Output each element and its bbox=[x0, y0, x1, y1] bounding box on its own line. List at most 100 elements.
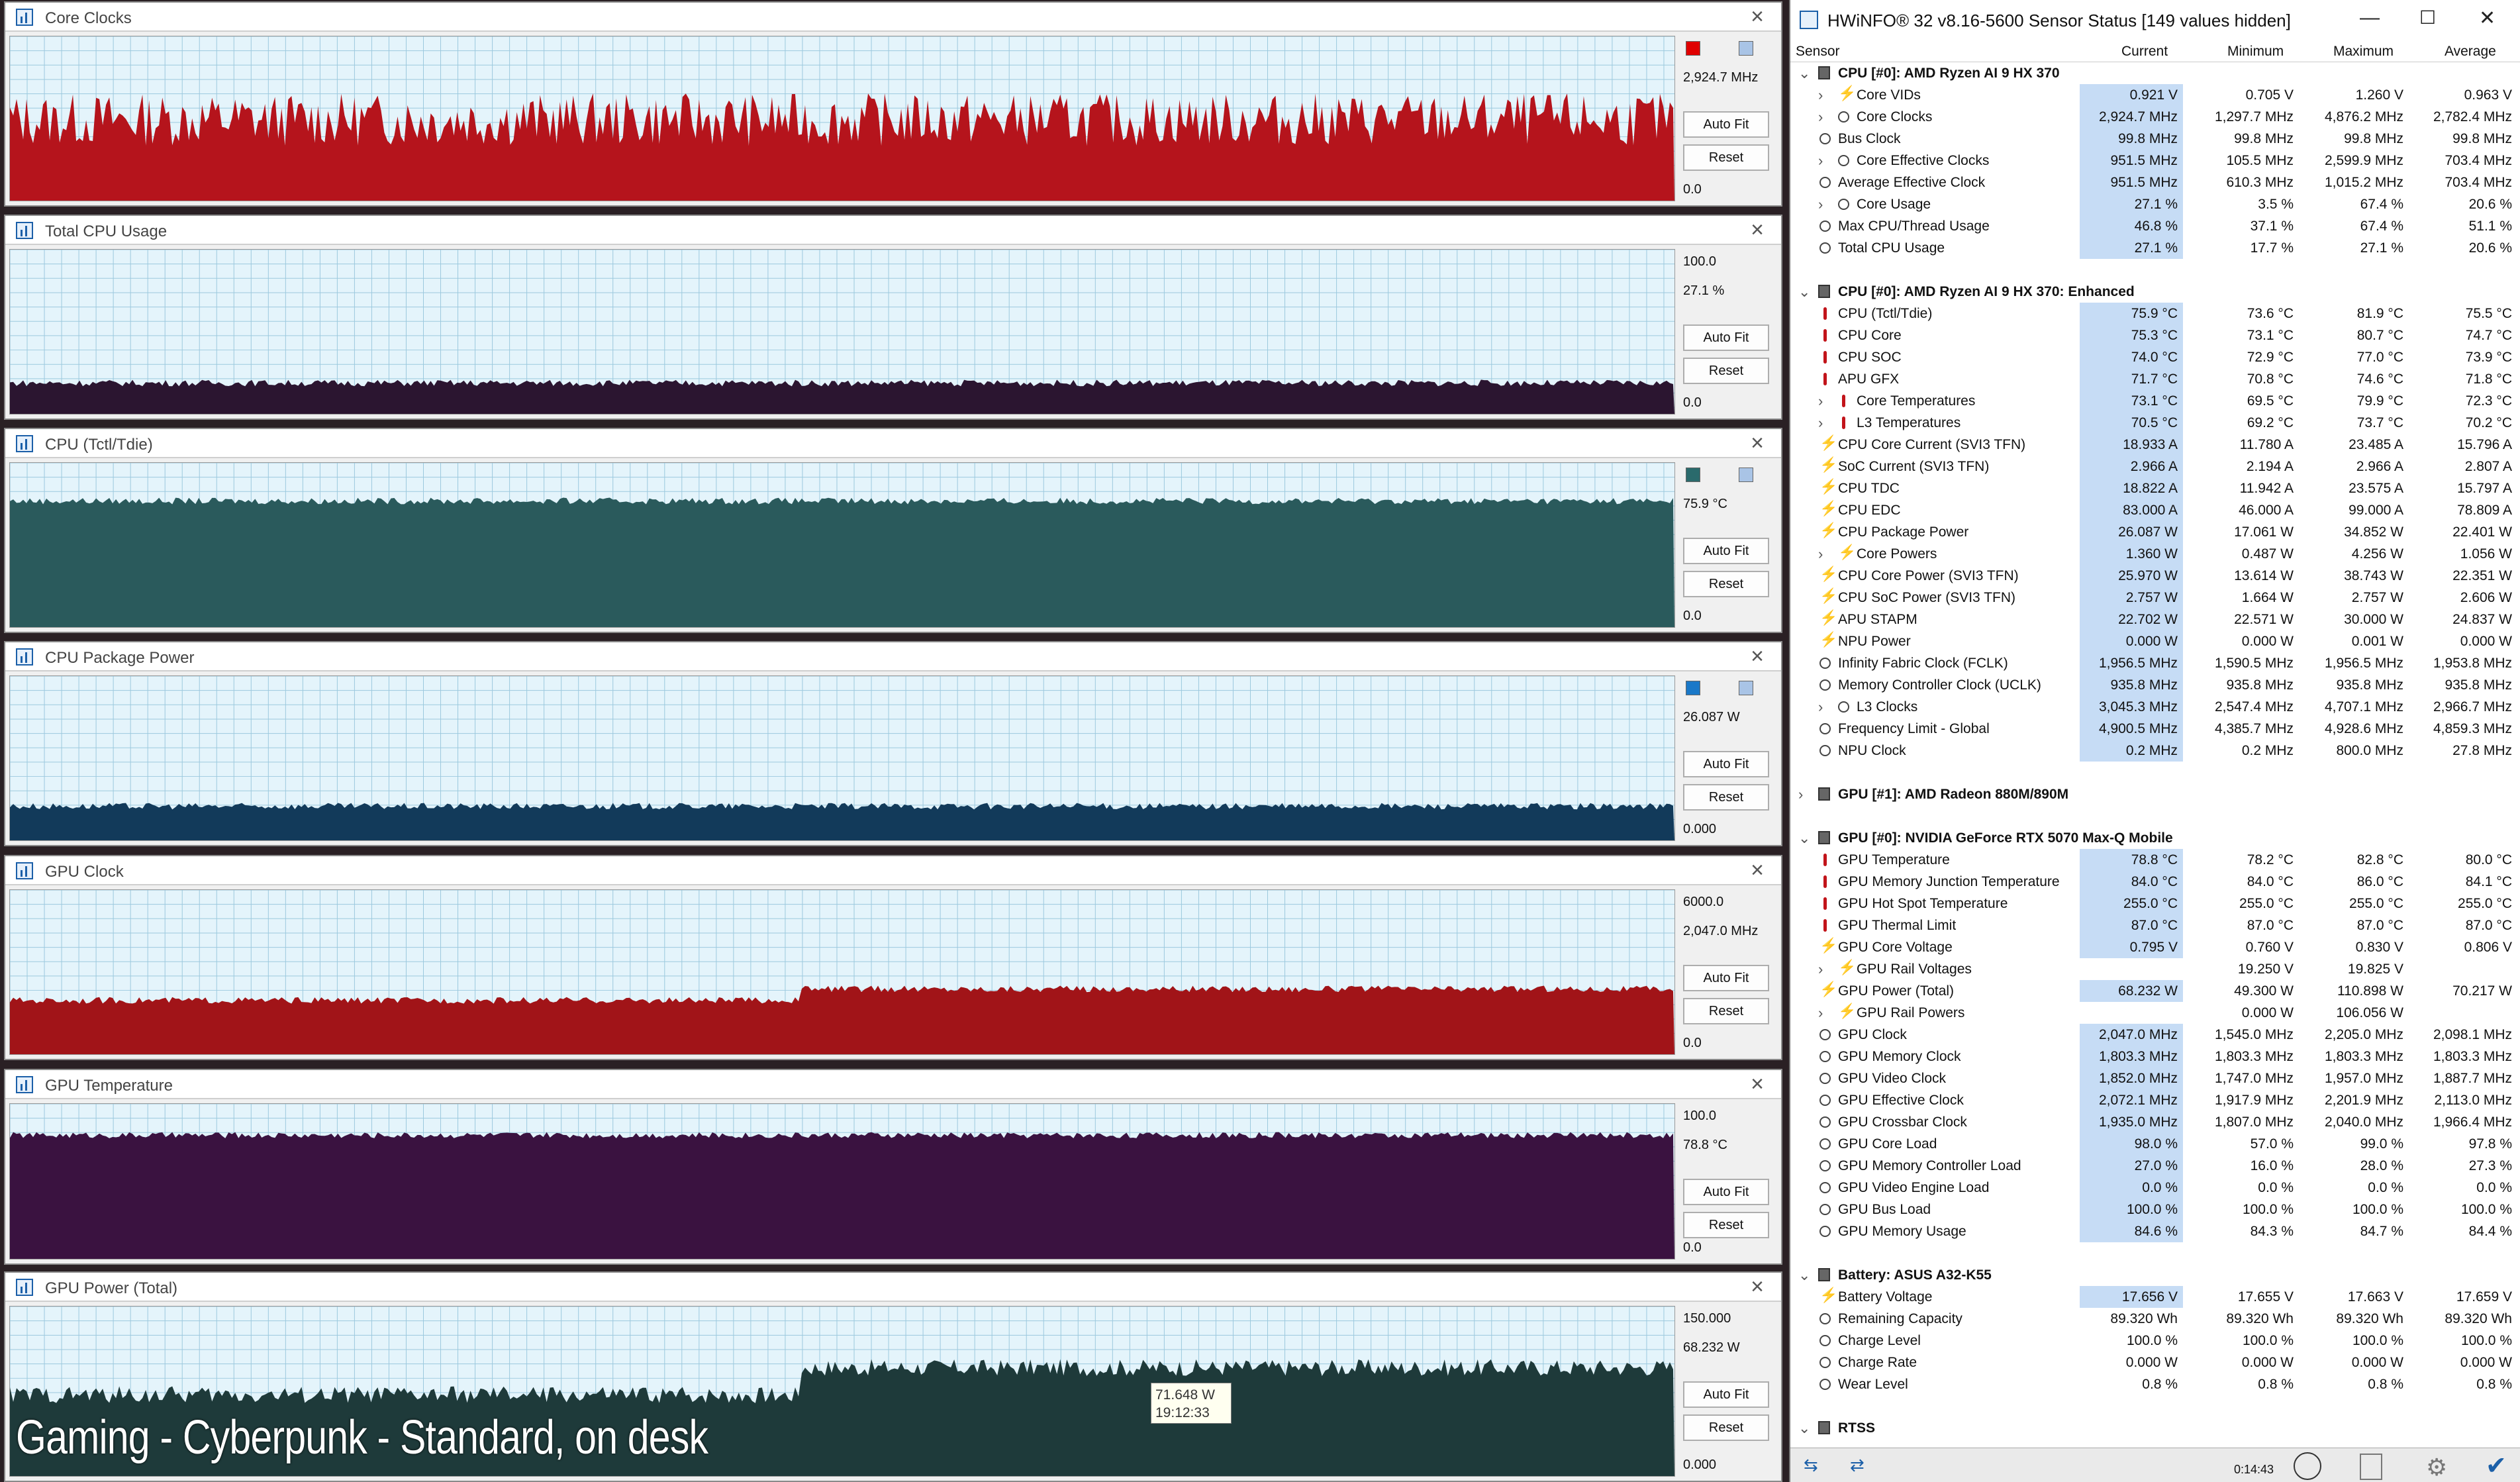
sensor-row[interactable]: GPU Memory Clock 1,803.3 MHz 1,803.3 MHz… bbox=[1790, 1046, 2520, 1067]
sensor-row[interactable]: Total CPU Usage 27.1 % 17.7 % 27.1 % 20.… bbox=[1790, 237, 2520, 259]
report-icon[interactable] bbox=[2360, 1454, 2382, 1480]
sensor-row[interactable]: GPU Hot Spot Temperature 255.0 °C 255.0 … bbox=[1790, 893, 2520, 914]
sensor-group[interactable]: › GPU [#1]: AMD Radeon 880M/890M bbox=[1790, 783, 2520, 805]
graph-window[interactable]: Total CPU Usage × 100.0 27.1 % Auto Fit … bbox=[4, 215, 1782, 420]
auto-fit-button[interactable]: Auto Fit bbox=[1683, 1381, 1769, 1408]
sensor-row[interactable]: Remaining Capacity 89.320 Wh 89.320 Wh 8… bbox=[1790, 1308, 2520, 1330]
sensor-group[interactable]: ⌄ Battery: ASUS A32-K55 bbox=[1790, 1264, 2520, 1286]
sensor-row[interactable]: Frequency Limit - Global 4,900.5 MHz 4,3… bbox=[1790, 718, 2520, 740]
sensor-row[interactable]: CPU (Tctl/Tdie) 75.9 °C 73.6 °C 81.9 °C … bbox=[1790, 303, 2520, 324]
sensor-row[interactable]: APU GFX 71.7 °C 70.8 °C 74.6 °C 71.8 °C bbox=[1790, 368, 2520, 390]
sensor-row[interactable]: Memory Controller Clock (UCLK) 935.8 MHz… bbox=[1790, 674, 2520, 696]
series-select-swatch[interactable] bbox=[1739, 468, 1753, 482]
sensor-row[interactable]: ⚡ CPU Core Current (SVI3 TFN) 18.933 A 1… bbox=[1790, 434, 2520, 456]
graph-titlebar[interactable]: CPU (Tctl/Tdie) × bbox=[5, 429, 1781, 458]
col-sensor[interactable]: Sensor bbox=[1796, 44, 1840, 60]
sensor-row[interactable]: GPU Memory Controller Load 27.0 % 16.0 %… bbox=[1790, 1155, 2520, 1177]
sensor-row[interactable]: GPU Memory Usage 84.6 % 84.3 % 84.7 % 84… bbox=[1790, 1220, 2520, 1242]
reset-button[interactable]: Reset bbox=[1683, 144, 1769, 171]
graph-close-icon[interactable]: × bbox=[1751, 4, 1764, 29]
graph-close-icon[interactable]: × bbox=[1751, 1071, 1764, 1097]
sensor-row[interactable]: Max CPU/Thread Usage 46.8 % 37.1 % 67.4 … bbox=[1790, 215, 2520, 237]
sensor-row[interactable]: › ⚡ GPU Rail Voltages 19.250 V 19.825 V bbox=[1790, 958, 2520, 980]
reset-button[interactable]: Reset bbox=[1683, 1212, 1769, 1238]
maximize-button[interactable]: ☐ bbox=[2419, 7, 2436, 28]
sensor-row[interactable]: CPU Core 75.3 °C 73.1 °C 80.7 °C 74.7 °C bbox=[1790, 324, 2520, 346]
series-select-swatch[interactable] bbox=[1739, 681, 1753, 695]
sensor-row[interactable]: ⚡ Battery Voltage 17.656 V 17.655 V 17.6… bbox=[1790, 1286, 2520, 1308]
close-button[interactable]: ✕ bbox=[2479, 7, 2496, 30]
series-color-swatch[interactable] bbox=[1686, 468, 1700, 482]
col-average[interactable]: Average bbox=[2445, 44, 2496, 60]
sensor-row[interactable]: ⚡ CPU EDC 83.000 A 46.000 A 99.000 A 78.… bbox=[1790, 499, 2520, 521]
graph-window[interactable]: GPU Temperature × 100.0 78.8 °C Auto Fit… bbox=[4, 1069, 1782, 1265]
sensor-group[interactable]: ⌄ RTSS bbox=[1790, 1417, 2520, 1439]
graph-titlebar[interactable]: Core Clocks × bbox=[5, 3, 1781, 32]
sensor-row[interactable]: CPU SOC 74.0 °C 72.9 °C 77.0 °C 73.9 °C bbox=[1790, 346, 2520, 368]
chevron-right-icon[interactable]: › bbox=[1818, 961, 1823, 978]
clock-icon[interactable] bbox=[2294, 1452, 2321, 1480]
sensor-row[interactable]: › Core Clocks 2,924.7 MHz 1,297.7 MHz 4,… bbox=[1790, 106, 2520, 128]
reset-button[interactable]: Reset bbox=[1683, 571, 1769, 597]
sensor-row[interactable]: ⚡ NPU Power 0.000 W 0.000 W 0.001 W 0.00… bbox=[1790, 630, 2520, 652]
sensor-row[interactable]: › L3 Temperatures 70.5 °C 69.2 °C 73.7 °… bbox=[1790, 412, 2520, 434]
graph-plot[interactable] bbox=[9, 462, 1675, 628]
sensor-row[interactable]: › ⚡ Core Powers 1.360 W 0.487 W 4.256 W … bbox=[1790, 543, 2520, 565]
sensor-row[interactable]: › Core Usage 27.1 % 3.5 % 67.4 % 20.6 % bbox=[1790, 193, 2520, 215]
chevron-down-icon[interactable]: ⌄ bbox=[1798, 65, 1810, 82]
auto-fit-button[interactable]: Auto Fit bbox=[1683, 111, 1769, 138]
graph-window[interactable]: CPU Package Power × 26.087 W Auto Fit Re… bbox=[4, 641, 1782, 846]
settings-gear-icon[interactable]: ⚙ bbox=[2426, 1454, 2447, 1481]
sensor-row[interactable]: GPU Core Load 98.0 % 57.0 % 99.0 % 97.8 … bbox=[1790, 1133, 2520, 1155]
reset-button[interactable]: Reset bbox=[1683, 1414, 1769, 1441]
sensor-row[interactable]: › ⚡ GPU Rail Powers 0.000 W 106.056 W bbox=[1790, 1002, 2520, 1024]
series-select-swatch[interactable] bbox=[1739, 41, 1753, 56]
series-color-swatch[interactable] bbox=[1686, 681, 1700, 695]
col-minimum[interactable]: Minimum bbox=[2227, 44, 2284, 60]
sensor-row[interactable]: Wear Level 0.8 % 0.8 % 0.8 % 0.8 % bbox=[1790, 1373, 2520, 1395]
sensor-row[interactable]: ⚡ GPU Core Voltage 0.795 V 0.760 V 0.830… bbox=[1790, 936, 2520, 958]
sensor-row[interactable]: Infinity Fabric Clock (FCLK) 1,956.5 MHz… bbox=[1790, 652, 2520, 674]
auto-fit-button[interactable]: Auto Fit bbox=[1683, 751, 1769, 777]
sensor-row[interactable]: ⚡ APU STAPM 22.702 W 22.571 W 30.000 W 2… bbox=[1790, 609, 2520, 630]
sensor-row[interactable]: Charge Level 100.0 % 100.0 % 100.0 % 100… bbox=[1790, 1330, 2520, 1352]
graph-close-icon[interactable]: × bbox=[1751, 217, 1764, 242]
chevron-right-icon[interactable]: › bbox=[1798, 786, 1803, 803]
auto-fit-button[interactable]: Auto Fit bbox=[1683, 1179, 1769, 1205]
chevron-down-icon[interactable]: ⌄ bbox=[1798, 283, 1810, 301]
sensor-group[interactable]: ⌄ CPU [#0]: AMD Ryzen AI 9 HX 370 bbox=[1790, 62, 2520, 84]
chevron-down-icon[interactable]: ⌄ bbox=[1798, 830, 1810, 847]
sensor-row[interactable]: ⚡ GPU Power (Total) 68.232 W 49.300 W 11… bbox=[1790, 980, 2520, 1002]
sensor-row[interactable]: ⚡ CPU SoC Power (SVI3 TFN) 2.757 W 1.664… bbox=[1790, 587, 2520, 609]
chevron-right-icon[interactable]: › bbox=[1818, 393, 1823, 410]
chevron-right-icon[interactable]: › bbox=[1818, 109, 1823, 126]
graph-window[interactable]: CPU (Tctl/Tdie) × 75.9 °C Auto Fit Reset… bbox=[4, 428, 1782, 633]
sensor-row[interactable]: ⚡ SoC Current (SVI3 TFN) 2.966 A 2.194 A… bbox=[1790, 456, 2520, 477]
arrows-icon[interactable]: ⇆ bbox=[1804, 1455, 1818, 1475]
col-maximum[interactable]: Maximum bbox=[2333, 44, 2394, 60]
sensor-row[interactable]: GPU Clock 2,047.0 MHz 1,545.0 MHz 2,205.… bbox=[1790, 1024, 2520, 1046]
graph-close-icon[interactable]: × bbox=[1751, 858, 1764, 883]
sensor-row[interactable]: Charge Rate 0.000 W 0.000 W 0.000 W 0.00… bbox=[1790, 1352, 2520, 1373]
sensor-titlebar[interactable]: HWiNFO® 32 v8.16-5600 Sensor Status [149… bbox=[1790, 0, 2520, 40]
sensor-row[interactable]: GPU Crossbar Clock 1,935.0 MHz 1,807.0 M… bbox=[1790, 1111, 2520, 1133]
sensor-row[interactable]: Average Effective Clock 951.5 MHz 610.3 … bbox=[1790, 172, 2520, 193]
sensor-row[interactable]: GPU Video Engine Load 0.0 % 0.0 % 0.0 % … bbox=[1790, 1177, 2520, 1199]
graph-plot[interactable] bbox=[9, 889, 1675, 1055]
chevron-down-icon[interactable]: ⌄ bbox=[1798, 1420, 1810, 1437]
sensor-row[interactable]: GPU Memory Junction Temperature 84.0 °C … bbox=[1790, 871, 2520, 893]
sensor-row[interactable]: ⚡ CPU TDC 18.822 A 11.942 A 23.575 A 15.… bbox=[1790, 477, 2520, 499]
reset-button[interactable]: Reset bbox=[1683, 998, 1769, 1024]
sensor-group[interactable]: ⌄ GPU [#0]: NVIDIA GeForce RTX 5070 Max-… bbox=[1790, 827, 2520, 849]
auto-fit-button[interactable]: Auto Fit bbox=[1683, 965, 1769, 991]
chevron-right-icon[interactable]: › bbox=[1818, 87, 1823, 104]
graph-titlebar[interactable]: GPU Power (Total) × bbox=[5, 1273, 1781, 1302]
sensor-row[interactable]: ⚡ CPU Core Power (SVI3 TFN) 25.970 W 13.… bbox=[1790, 565, 2520, 587]
chevron-right-icon[interactable]: › bbox=[1818, 196, 1823, 213]
graph-window[interactable]: GPU Clock × 6000.0 2,047.0 MHz Auto Fit … bbox=[4, 855, 1782, 1060]
graph-close-icon[interactable]: × bbox=[1751, 1274, 1764, 1299]
graph-close-icon[interactable]: × bbox=[1751, 430, 1764, 456]
reset-button[interactable]: Reset bbox=[1683, 784, 1769, 811]
graph-close-icon[interactable]: × bbox=[1751, 644, 1764, 669]
graph-plot[interactable] bbox=[9, 249, 1675, 415]
